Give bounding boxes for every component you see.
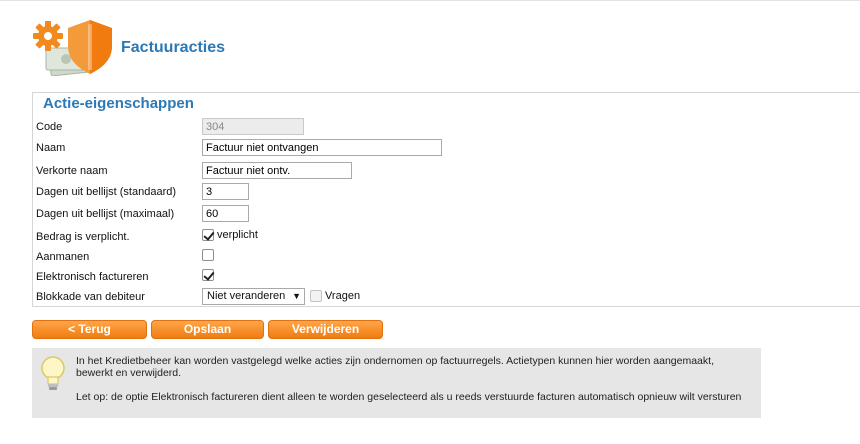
info-box: In het Kredietbeheer kan worden vastgele… [32, 348, 761, 418]
vragen-control: Vragen [310, 290, 361, 303]
properties-panel: Actie-eigenschappen Code Naam Verkorte n… [32, 92, 860, 307]
dagen-standaard-field[interactable] [202, 183, 249, 200]
lightbulb-icon [41, 356, 65, 390]
bedrag-verplicht-control: verplicht [202, 229, 258, 242]
aanmanen-control [202, 249, 214, 262]
row-blokkade: Blokkade van debiteur Niet veranderen ▼ … [36, 288, 856, 306]
row-dagen-maximaal: Dagen uit bellijst (maximaal) [36, 205, 856, 223]
row-verkorte-naam: Verkorte naam [36, 162, 856, 180]
row-dagen-standaard: Dagen uit bellijst (standaard) [36, 183, 856, 201]
verplicht-label: verplicht [217, 229, 258, 242]
verkorte-naam-field[interactable] [202, 162, 352, 179]
aanmanen-label: Aanmanen [36, 251, 90, 263]
dropdown-arrow-icon: ▼ [292, 291, 301, 301]
row-elektronisch: Elektronisch factureren [36, 268, 856, 286]
elektronisch-control [202, 269, 214, 282]
code-field [202, 118, 304, 135]
top-divider [0, 0, 860, 1]
elektronisch-checkbox[interactable] [202, 269, 214, 282]
bedrag-verplicht-checkbox[interactable] [202, 229, 214, 242]
row-aanmanen: Aanmanen [36, 248, 856, 266]
verkorte-naam-label: Verkorte naam [36, 165, 108, 177]
vragen-label: Vragen [325, 290, 361, 303]
blokkade-select[interactable]: Niet veranderen ▼ [202, 288, 305, 305]
page-title: Factuuracties [121, 39, 226, 56]
naam-label: Naam [36, 142, 66, 154]
dagen-standaard-label: Dagen uit bellijst (standaard) [36, 186, 177, 198]
panel-title: Actie-eigenschappen [43, 95, 194, 112]
vragen-checkbox[interactable] [310, 290, 322, 303]
invoice-actions-logo-icon [33, 20, 112, 76]
bedrag-verplicht-label: Bedrag is verplicht. [36, 231, 130, 243]
delete-button[interactable]: Verwijderen [268, 320, 383, 339]
row-naam: Naam [36, 139, 856, 157]
naam-field[interactable] [202, 139, 442, 156]
blokkade-label: Blokkade van debiteur [36, 291, 145, 303]
info-text-1: In het Kredietbeheer kan worden vastgele… [76, 355, 714, 379]
row-bedrag-verplicht: Bedrag is verplicht. verplicht [36, 228, 856, 246]
aanmanen-checkbox[interactable] [202, 249, 214, 262]
dagen-maximaal-field[interactable] [202, 205, 249, 222]
blokkade-control: Niet veranderen ▼ Vragen [202, 288, 402, 306]
blokkade-selected-value: Niet veranderen [207, 290, 286, 302]
row-code: Code [36, 118, 856, 136]
info-text-2: Let op: de optie Elektronisch factureren… [76, 391, 742, 403]
back-button[interactable]: < Terug [32, 320, 147, 339]
page-header: Factuuracties [32, 18, 432, 78]
save-button[interactable]: Opslaan [151, 320, 264, 339]
elektronisch-label: Elektronisch factureren [36, 271, 149, 283]
dagen-maximaal-label: Dagen uit bellijst (maximaal) [36, 208, 175, 220]
code-label: Code [36, 121, 63, 133]
